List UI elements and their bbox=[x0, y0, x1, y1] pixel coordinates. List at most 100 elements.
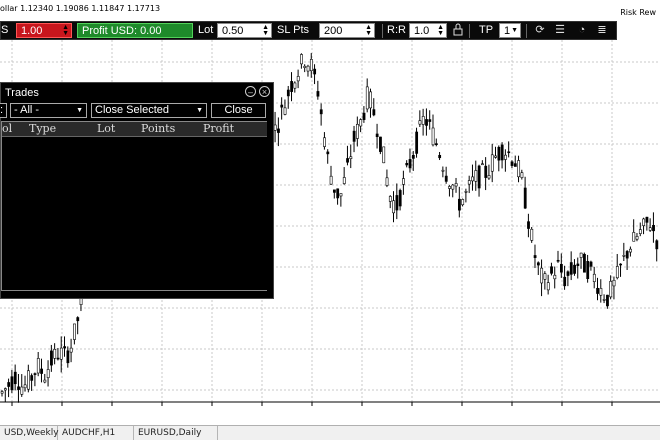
candle-body bbox=[458, 198, 461, 211]
candle-body bbox=[332, 189, 336, 193]
candle-body bbox=[615, 266, 619, 279]
trade-toolbar: S 1.00 ▲ ▼ Profit USD: 0.00 Lot 0.50 ▲ ▼ S… bbox=[0, 21, 617, 40]
candle-body bbox=[589, 261, 593, 267]
candle-body bbox=[359, 119, 363, 127]
filter-label-fragment: : bbox=[0, 103, 7, 118]
candle-body bbox=[418, 120, 422, 125]
risk-value-field[interactable]: 1.00 ▲ ▼ bbox=[16, 23, 72, 38]
close-window-icon[interactable]: × bbox=[259, 86, 270, 97]
candle-body bbox=[313, 68, 317, 75]
candle-body bbox=[444, 175, 448, 182]
candle-body bbox=[487, 175, 491, 179]
col-header-points[interactable]: Points bbox=[141, 122, 175, 136]
candle-body bbox=[451, 184, 455, 190]
candle-body bbox=[576, 263, 580, 267]
candle-body bbox=[342, 177, 346, 184]
candle-body bbox=[411, 154, 415, 159]
candle-body bbox=[339, 193, 343, 197]
candle-body bbox=[280, 104, 284, 108]
trade-action-select[interactable]: Close Selected ▼ bbox=[91, 103, 207, 118]
tp-label: TP bbox=[479, 24, 494, 36]
lot-value-field[interactable]: 0.50 ▲ ▼ bbox=[217, 23, 272, 38]
candle-body bbox=[642, 218, 646, 226]
col-header-lot[interactable]: Lot bbox=[97, 122, 115, 136]
candle-body bbox=[573, 264, 576, 274]
candle-body bbox=[434, 143, 438, 145]
rr-label: R:R bbox=[387, 24, 406, 36]
sl-points-field[interactable]: 200 ▲ ▼ bbox=[319, 23, 375, 38]
candle-body bbox=[408, 159, 412, 169]
candle-body bbox=[500, 144, 504, 161]
minimize-icon[interactable]: – bbox=[245, 86, 256, 97]
candle-body bbox=[398, 190, 402, 207]
candle-body bbox=[395, 195, 399, 211]
candle-body bbox=[612, 279, 616, 287]
trade-filter-select[interactable]: - All - ▼ bbox=[10, 103, 87, 118]
col-header-type[interactable]: Type bbox=[29, 122, 56, 136]
candle-body bbox=[27, 370, 30, 390]
chevron-down-icon: ▼ bbox=[196, 107, 203, 114]
candle-body bbox=[540, 267, 544, 284]
candle-body bbox=[556, 259, 560, 262]
trades-table-header: ol Type Lot Points Profit bbox=[2, 122, 267, 137]
candle-body bbox=[356, 124, 359, 139]
tp-dropdown-icon[interactable]: ▼ bbox=[511, 27, 518, 34]
toolbar-separator bbox=[526, 24, 527, 38]
candle-body bbox=[0, 391, 4, 394]
candle-body bbox=[336, 188, 340, 199]
candle-body bbox=[606, 294, 609, 307]
rr-value-text: 1.0 bbox=[414, 25, 430, 37]
candle-body bbox=[474, 170, 478, 182]
candle-body bbox=[454, 183, 458, 187]
candle-body bbox=[3, 388, 7, 391]
lock-icon[interactable] bbox=[451, 23, 465, 38]
candle-body bbox=[369, 91, 372, 109]
chart-tabs-bar: USD,Weekly AUDCHF,H1 EURUSD,Daily bbox=[0, 425, 660, 440]
toolbar-separator bbox=[382, 24, 383, 38]
candle-body bbox=[477, 165, 481, 189]
candle-body bbox=[586, 261, 590, 279]
candle-body bbox=[622, 255, 626, 257]
candle-body bbox=[316, 91, 320, 97]
menu-lines-icon[interactable]: ≣ bbox=[595, 23, 609, 38]
trades-table: ol Type Lot Points Profit bbox=[1, 121, 268, 291]
candle-body bbox=[638, 229, 642, 234]
rr-value-field[interactable]: 1.0 ▲ ▼ bbox=[409, 23, 447, 38]
candle-body bbox=[352, 130, 356, 142]
candle-body bbox=[550, 266, 553, 274]
refresh-icon[interactable]: ⟳ bbox=[533, 23, 547, 38]
trades-scrollbar[interactable] bbox=[267, 121, 271, 291]
candle-body bbox=[76, 317, 80, 322]
close-trades-button[interactable]: Close bbox=[211, 103, 266, 118]
trades-panel: Trades – × : - All - ▼ Close Selected ▼ … bbox=[0, 82, 274, 299]
candle-body bbox=[59, 347, 63, 360]
list-icon[interactable]: ☰ bbox=[553, 23, 567, 38]
col-header-profit[interactable]: Profit bbox=[203, 122, 234, 136]
col-header-symbol[interactable]: ol bbox=[2, 122, 12, 136]
candle-body bbox=[652, 224, 655, 232]
risk-spinner-icon[interactable]: ▲ ▼ bbox=[62, 24, 69, 37]
sl-spinner-icon[interactable]: ▲ ▼ bbox=[365, 24, 372, 37]
candle-body bbox=[33, 373, 37, 375]
candle-body bbox=[405, 162, 409, 166]
candle-body bbox=[609, 280, 613, 298]
candle-body bbox=[464, 191, 468, 193]
lot-spinner-icon[interactable]: ▲ ▼ bbox=[262, 24, 269, 37]
candle-body bbox=[43, 379, 47, 383]
candle-body bbox=[69, 347, 73, 353]
tab-eurusd-daily[interactable]: EURUSD,Daily bbox=[134, 426, 218, 440]
lot-label: Lot bbox=[198, 24, 214, 36]
candle-body bbox=[415, 131, 419, 154]
candle-body bbox=[490, 154, 494, 172]
tp-value-field[interactable]: 1 ▼ bbox=[499, 23, 521, 38]
tab-audchf-h1[interactable]: AUDCHF,H1 bbox=[58, 426, 134, 440]
candle-body bbox=[536, 262, 540, 266]
chart-x-axis-labels: Dec 20001 Dec 20011 Apr 20031 Aug 20041 … bbox=[11, 402, 613, 406]
candle-body bbox=[7, 382, 11, 387]
pie-chart-icon[interactable]: ◔ bbox=[575, 23, 589, 38]
candle-body bbox=[569, 262, 573, 275]
rr-spinner-icon[interactable]: ▲ ▼ bbox=[437, 24, 444, 37]
candle-body bbox=[388, 196, 392, 202]
candle-body bbox=[10, 376, 14, 391]
tab-usd-weekly[interactable]: USD,Weekly bbox=[0, 426, 59, 440]
